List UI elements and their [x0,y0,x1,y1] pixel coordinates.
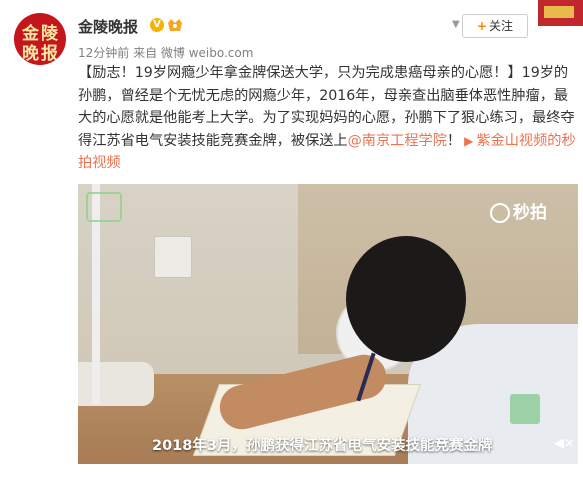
video-player[interactable]: 秒拍 2018年3月，孙鹏获得江苏省电气安装技能竞赛金牌 ◀× [78,184,578,464]
decorative-banner [538,0,583,26]
weibo-post: 金 陵 晚 报 金陵晚报 V 12分钟前 来自 微博 weibo.com ▼ +… [0,0,583,488]
video-scene-person-head [346,236,466,362]
follow-label: 关注 [489,19,514,33]
video-link-icon: ▶ [464,133,474,148]
channel-watermark-corner-icon [510,394,540,424]
follow-button[interactable]: + 关注 [462,14,528,38]
vip-level-icon [168,19,182,31]
video-scene-outlet [154,236,192,278]
video-caption: 2018年3月，孙鹏获得江苏省电气安装技能竞赛金牌 [152,438,493,454]
miaopai-label: 秒拍 [513,203,547,223]
post-meta: 12分钟前 来自 微博 weibo.com [78,46,254,60]
mute-icon[interactable]: ◀× [554,436,575,451]
avatar-logo-char: 报 [41,44,58,64]
account-name[interactable]: 金陵晚报 [78,16,138,37]
avatar-logo-char: 晚 [22,44,39,64]
post-text: 【励志！19岁网瘾少年拿金牌保送大学，只为完成患癌母亲的心愿！】19岁的孙鹏，曾… [78,62,578,175]
banner-ornament [544,6,574,18]
miaopai-icon [490,203,510,223]
channel-watermark-icon [86,192,122,222]
plus-icon: + [476,19,488,33]
video-scene-lamp-base [78,362,154,406]
chevron-down-icon[interactable]: ▼ [452,19,460,30]
verified-icon: V [150,18,164,32]
avatar[interactable]: 金 陵 晚 报 [14,13,66,65]
miaopai-logo: 秒拍 [490,198,547,223]
mention-link[interactable]: @南京工程学院 [348,133,447,149]
post-body-end: ！ [446,132,462,149]
